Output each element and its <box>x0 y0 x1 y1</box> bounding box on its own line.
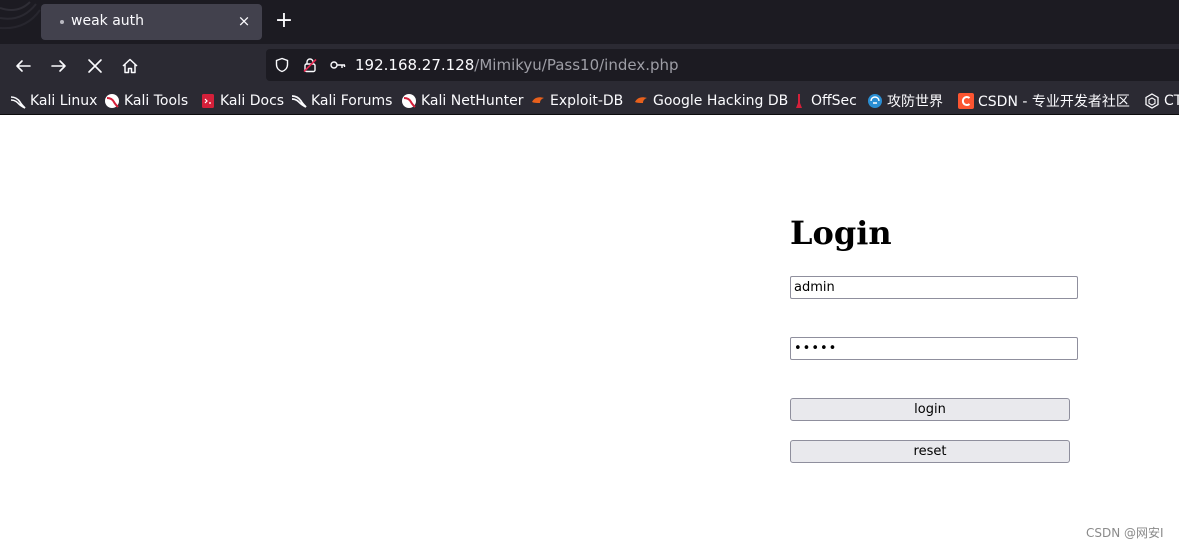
tab-title: weak auth <box>71 13 145 29</box>
kali-nethunter-icon <box>401 93 417 109</box>
stop-x-icon <box>88 59 102 73</box>
bookmark-google-hacking-db[interactable]: Google Hacking DB <box>633 91 788 111</box>
kali-forums-icon <box>291 93 307 109</box>
new-tab-button[interactable]: + <box>271 9 297 35</box>
csdn-icon <box>958 93 974 109</box>
bookmark-kali-docs[interactable]: Kali Docs <box>200 91 284 111</box>
bookmark-offsec[interactable]: OffSec <box>791 91 857 111</box>
url-bar[interactable]: 192.168.27.128/Mimikyu/Pass10/index.php <box>266 49 1179 81</box>
bookmark-label: 攻防世界 <box>887 94 943 110</box>
kali-tools-icon <box>104 93 120 109</box>
navigation-toolbar: 192.168.27.128/Mimikyu/Pass10/index.php <box>0 44 1179 87</box>
ctf-icon <box>1144 93 1160 109</box>
bookmark-label: Kali Forums <box>311 93 393 109</box>
csdn-watermark: CSDN @网安I <box>1086 526 1164 540</box>
url-text[interactable]: 192.168.27.128/Mimikyu/Pass10/index.php <box>355 56 679 74</box>
bookmarks-bar: Kali Linux Kali Tools Kali Docs Kali For… <box>0 87 1179 115</box>
tab-close-icon[interactable]: × <box>236 13 252 29</box>
bookmark-label: OffSec <box>811 93 857 109</box>
kali-docs-icon <box>200 93 216 109</box>
login-heading: Login <box>790 214 892 252</box>
adworld-icon <box>867 93 883 109</box>
arrow-left-icon <box>16 60 31 72</box>
tab-loading-icon <box>60 20 64 24</box>
shield-icon[interactable] <box>273 56 291 74</box>
bookmark-label: CSDN - 专业开发者社区 <box>978 94 1130 110</box>
key-icon[interactable] <box>329 56 347 74</box>
bookmark-label: CT <box>1164 93 1179 109</box>
username-input[interactable]: admin <box>790 276 1078 299</box>
bookmark-label: Kali Docs <box>220 93 285 109</box>
bookmark-label: Google Hacking DB <box>653 93 789 109</box>
bookmark-adworld[interactable]: 攻防世界 <box>867 91 943 111</box>
stop-button[interactable] <box>81 52 109 80</box>
bookmark-exploit-db[interactable]: Exploit-DB <box>530 91 623 111</box>
bookmark-ctf[interactable]: CT <box>1144 91 1179 111</box>
bookmark-label: Kali NetHunter <box>421 93 524 109</box>
bookmark-label: Exploit-DB <box>550 93 624 109</box>
bookmark-kali-nethunter[interactable]: Kali NetHunter <box>401 91 523 111</box>
bookmark-label: Kali Tools <box>124 93 189 109</box>
password-input[interactable]: ••••• <box>790 337 1078 360</box>
offsec-icon <box>791 93 807 109</box>
active-tab[interactable]: weak auth × <box>41 4 262 40</box>
arrow-right-icon <box>51 60 66 72</box>
bookmark-kali-forums[interactable]: Kali Forums <box>291 91 392 111</box>
login-button[interactable]: login <box>790 398 1070 421</box>
bookmark-kali-tools[interactable]: Kali Tools <box>104 91 188 111</box>
tab-strip: weak auth × + <box>0 0 1179 44</box>
kali-dragon-icon <box>10 93 26 109</box>
bookmark-label: Kali Linux <box>30 93 98 109</box>
home-icon <box>122 58 138 74</box>
reset-button[interactable]: reset <box>790 440 1070 463</box>
bookmark-csdn[interactable]: CSDN - 专业开发者社区 <box>958 91 1130 111</box>
page-content: Login admin ••••• login reset CSDN @网安I <box>0 116 1179 547</box>
ghdb-icon <box>633 93 649 109</box>
url-host: 192.168.27.128 <box>355 56 475 74</box>
forward-button[interactable] <box>45 52 73 80</box>
bookmark-kali-linux[interactable]: Kali Linux <box>10 91 97 111</box>
insecure-lock-icon[interactable] <box>301 56 319 74</box>
url-path: /Mimikyu/Pass10/index.php <box>474 56 679 74</box>
home-button[interactable] <box>116 52 144 80</box>
exploit-db-icon <box>530 93 546 109</box>
back-button[interactable] <box>9 52 37 80</box>
